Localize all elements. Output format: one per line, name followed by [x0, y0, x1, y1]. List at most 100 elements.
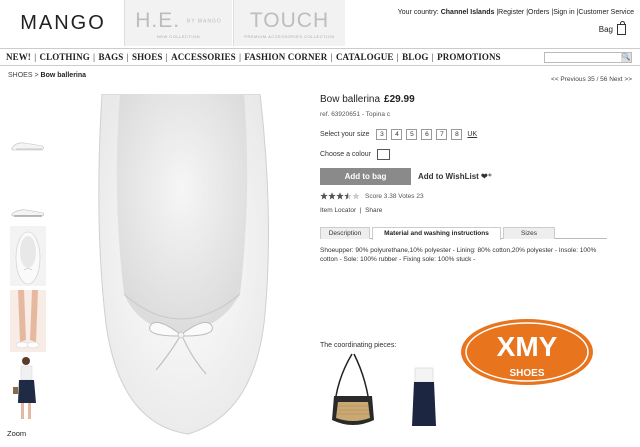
coordinating-dress-image[interactable] [404, 354, 444, 430]
thumbnail-side-view[interactable] [10, 128, 46, 158]
votes-label: Votes [398, 192, 415, 200]
pager-position: 35 / 56 [587, 76, 608, 83]
orders-link[interactable]: Orders [528, 9, 549, 16]
rating: Score 3.38 Votes 23 [320, 192, 424, 200]
breadcrumb-separator: > [34, 72, 39, 79]
nav-separator: | [31, 52, 39, 62]
size-selector: Select your size 3 4 5 6 7 8 UK [320, 129, 477, 140]
breadcrumb: SHOES > Bow ballerina [8, 72, 86, 79]
top-links: Your country: Channel Islands |Register … [397, 9, 634, 16]
size-unit-link[interactable]: UK [467, 131, 477, 138]
touch-collection-tab[interactable]: TOUCH PREMIUM ACCESSORIES COLLECTION [233, 0, 345, 46]
nav-separator: | [328, 52, 335, 62]
sign-in-link[interactable]: Sign in [553, 9, 574, 16]
main-product-image[interactable] [60, 94, 300, 437]
material-composition: Shoeupper: 90% polyurethane,10% polyeste… [320, 247, 597, 263]
product-pager: << Previous 35 / 56 Next >> [551, 76, 632, 83]
search-input[interactable]: 🔍 [544, 52, 632, 63]
product-info: Bow ballerina £29.99 ref. 63920651 - Topi… [320, 94, 620, 263]
tab-material[interactable]: Material and washing instructions [372, 227, 501, 240]
size-option-7[interactable]: 7 [436, 129, 448, 140]
he-tab-title: H.E. [135, 9, 181, 32]
nav-item-new[interactable]: NEW! [6, 52, 31, 62]
colour-label: Choose a colour [320, 151, 371, 158]
nav-item-fashion-corner[interactable]: FASHION CORNER [244, 52, 327, 62]
tab-description[interactable]: Description [320, 227, 370, 239]
coordinating-bag-image[interactable] [328, 350, 378, 430]
xmy-shoes-watermark: XMY SHOES [458, 316, 596, 388]
thumbnail-top-view[interactable] [10, 226, 46, 286]
add-to-bag-button[interactable]: Add to bag [320, 168, 411, 185]
rating-score: Score 3.38 [365, 192, 397, 200]
breadcrumb-parent[interactable]: SHOES [8, 72, 33, 79]
size-option-8[interactable]: 8 [451, 129, 463, 140]
heart-plus-icon: ❤⁺ [481, 172, 492, 181]
votes-count: 23 [416, 192, 424, 200]
colour-swatch-white[interactable] [376, 149, 390, 160]
add-to-wishlist-button[interactable]: Add to WishList ❤⁺ [418, 172, 492, 181]
thumbnail-on-feet[interactable] [10, 290, 46, 352]
rating-star[interactable] [328, 192, 336, 200]
nav-separator: | [236, 52, 244, 62]
customer-service-link[interactable]: Customer Service [578, 9, 634, 16]
register-link[interactable]: Register [498, 9, 524, 16]
country-label: Your country: [397, 9, 439, 16]
nav-item-blog[interactable]: BLOG [402, 52, 428, 62]
zoom-link[interactable]: Zoom [7, 429, 26, 438]
nav-separator: | [124, 52, 131, 62]
next-link[interactable]: Next >> [609, 76, 632, 83]
product-price: £29.99 [384, 94, 415, 105]
item-locator-link[interactable]: Item Locator [320, 207, 356, 214]
he-collection-tab[interactable]: H.E. BY MANGO NEW COLLECTION [124, 0, 232, 46]
touch-tab-sub: PREMIUM ACCESSORIES COLLECTION [244, 34, 335, 39]
size-option-4[interactable]: 4 [391, 129, 403, 140]
size-option-5[interactable]: 5 [406, 129, 418, 140]
nav-item-catalogue[interactable]: CATALOGUE [336, 52, 394, 62]
coordinating-label: The coordinating pieces: [320, 342, 397, 349]
he-tab-sub: NEW COLLECTION [156, 34, 200, 39]
nav-separator: | [394, 52, 402, 62]
search-icon[interactable]: 🔍 [621, 53, 631, 62]
product-tabs: Description Material and washing instruc… [320, 227, 607, 240]
product-name: Bow ballerina [320, 94, 381, 105]
he-tab-by: BY MANGO [186, 18, 222, 25]
share-link[interactable]: Share [365, 207, 382, 214]
previous-link[interactable]: << Previous [551, 76, 586, 83]
product-ref: ref. 63920651 - Topina c [320, 111, 390, 118]
nav-separator: | [90, 52, 98, 62]
header: MANGO H.E. BY MANGO NEW COLLECTION TOUCH… [0, 0, 640, 46]
nav-item-clothing[interactable]: CLOTHING [40, 52, 90, 62]
rating-star[interactable] [336, 192, 344, 200]
nav-item-accessories[interactable]: ACCESSORIES [171, 52, 236, 62]
product-title: Bow ballerina £29.99 [320, 94, 620, 105]
nav-separator: | [163, 52, 171, 62]
touch-tab-title: TOUCH [249, 9, 330, 32]
nav-item-shoes[interactable]: SHOES [132, 52, 163, 62]
nav-item-promotions[interactable]: PROMOTIONS [437, 52, 501, 62]
watermark-bottom: SHOES [509, 368, 544, 379]
locator-row: Item Locator | Share [320, 207, 383, 214]
tab-sizes[interactable]: Sizes [503, 227, 555, 239]
size-option-3[interactable]: 3 [376, 129, 388, 140]
size-label: Select your size [320, 131, 370, 138]
bag-button[interactable]: Bag [598, 21, 626, 35]
nav-item-bags[interactable]: BAGS [98, 52, 123, 62]
rating-star[interactable] [320, 192, 328, 200]
nav-items: NEW! | CLOTHING | BAGS | SHOES | ACCESSO… [6, 52, 501, 62]
rating-stars[interactable] [320, 192, 360, 200]
nav-separator: | [429, 52, 437, 62]
thumbnail-side-view-2[interactable] [10, 196, 46, 226]
bag-icon [617, 21, 626, 35]
thumbnail-outfit[interactable] [10, 355, 46, 425]
mango-logo[interactable]: MANGO [8, 0, 118, 46]
size-option-6[interactable]: 6 [421, 129, 433, 140]
watermark-top: XMY [497, 331, 558, 362]
breadcrumb-current: Bow ballerina [40, 72, 87, 79]
bag-label: Bag [598, 25, 613, 34]
colour-selector: Choose a colour [320, 149, 390, 160]
wishlist-label: Add to WishList [418, 172, 479, 181]
rating-star[interactable] [344, 192, 352, 200]
country-selector[interactable]: Channel Islands [441, 9, 495, 16]
rating-star[interactable] [352, 192, 360, 200]
main-nav: NEW! | CLOTHING | BAGS | SHOES | ACCESSO… [0, 48, 640, 66]
